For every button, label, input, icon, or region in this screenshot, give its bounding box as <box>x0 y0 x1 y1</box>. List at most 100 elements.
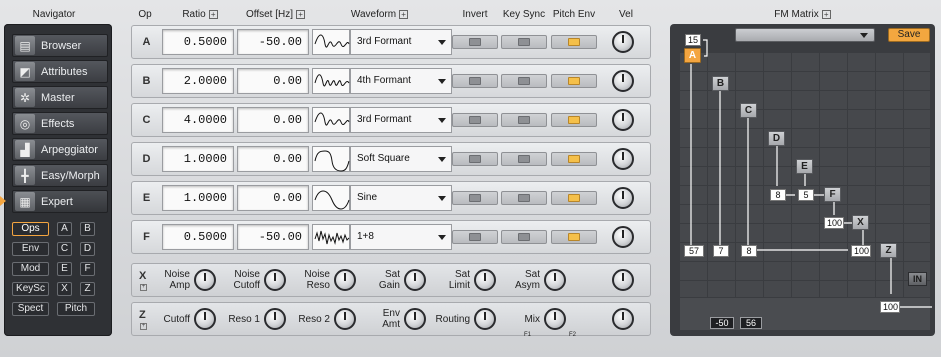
matrix-value-f-to-x[interactable]: 100 <box>824 217 844 229</box>
keysync-toggle[interactable] <box>501 152 547 166</box>
matrix-node-b[interactable]: B <box>712 76 729 91</box>
z-param-knob[interactable] <box>334 308 356 330</box>
velocity-knob[interactable] <box>612 148 634 170</box>
sub-x-button[interactable]: X <box>57 282 72 296</box>
ratio-field[interactable]: 4.0000 <box>162 107 234 133</box>
waveform-select[interactable]: 3rd Formant <box>350 29 452 55</box>
z-param-knob[interactable] <box>474 308 496 330</box>
nav-expert[interactable]: ▦ Expert <box>12 190 108 213</box>
offset-field[interactable]: 0.00 <box>237 146 309 172</box>
pitchenv-toggle[interactable] <box>551 191 597 205</box>
matrix-value-x-to-z[interactable]: 100 <box>851 245 871 257</box>
matrix-vol-value[interactable]: 56 <box>740 317 762 329</box>
matrix-value-b-to-z[interactable]: 7 <box>713 245 729 257</box>
pitchenv-toggle[interactable] <box>551 113 597 127</box>
invert-toggle[interactable] <box>452 35 498 49</box>
velocity-knob[interactable] <box>612 31 634 53</box>
sub-env-button[interactable]: Env <box>12 242 49 256</box>
sub-d-button[interactable]: D <box>80 242 95 256</box>
keysync-toggle[interactable] <box>501 74 547 88</box>
ratio-field[interactable]: 0.5000 <box>162 29 234 55</box>
x-vel-knob[interactable] <box>612 269 634 291</box>
sub-keysc-button[interactable]: KeySc <box>12 282 49 296</box>
matrix-value-c-to-z[interactable]: 8 <box>741 245 757 257</box>
sub-ops-button[interactable]: Ops <box>12 222 49 236</box>
pitchenv-toggle[interactable] <box>551 74 597 88</box>
velocity-knob[interactable] <box>612 187 634 209</box>
pitchenv-toggle[interactable] <box>551 152 597 166</box>
ratio-field[interactable]: 2.0000 <box>162 68 234 94</box>
z-param-knob[interactable] <box>194 308 216 330</box>
waveform-select[interactable]: 3rd Formant <box>350 107 452 133</box>
nav-attributes[interactable]: ◩ Attributes <box>12 60 108 83</box>
matrix-value-a-feedback[interactable]: 15 <box>685 34 701 46</box>
sub-mod-button[interactable]: Mod <box>12 262 49 276</box>
invert-toggle[interactable] <box>452 113 498 127</box>
x-param-knob[interactable] <box>404 269 426 291</box>
nav-arpeggiator[interactable]: ▟ Arpeggiator <box>12 138 108 161</box>
waveform-expand-icon[interactable]: + <box>399 9 409 19</box>
waveform-select[interactable]: Soft Square <box>350 146 452 172</box>
matrix-node-a[interactable]: A <box>684 48 701 63</box>
offset-expand-icon[interactable]: + <box>296 9 306 19</box>
matrix-value-a-to-z[interactable]: 57 <box>684 245 704 257</box>
invert-toggle[interactable] <box>452 230 498 244</box>
x-param-knob[interactable] <box>334 269 356 291</box>
waveform-select[interactable]: 1+8 <box>350 224 452 250</box>
ratio-expand-icon[interactable]: + <box>208 9 218 19</box>
velocity-knob[interactable] <box>612 70 634 92</box>
keysync-toggle[interactable] <box>501 113 547 127</box>
ratio-field[interactable]: 0.5000 <box>162 224 234 250</box>
matrix-node-c[interactable]: C <box>740 103 757 118</box>
offset-field[interactable]: 0.00 <box>237 185 309 211</box>
ratio-field[interactable]: 1.0000 <box>162 185 234 211</box>
z-expand-icon[interactable]: + <box>140 323 147 330</box>
sub-pitch-button[interactable]: Pitch <box>57 302 95 316</box>
sub-e-button[interactable]: E <box>57 262 72 276</box>
offset-field[interactable]: -50.00 <box>237 224 309 250</box>
invert-toggle[interactable] <box>452 74 498 88</box>
offset-field[interactable]: -50.00 <box>237 29 309 55</box>
ratio-field[interactable]: 1.0000 <box>162 146 234 172</box>
keysync-toggle[interactable] <box>501 191 547 205</box>
sub-b-button[interactable]: B <box>80 222 95 236</box>
z-param-knob[interactable] <box>404 308 426 330</box>
x-expand-icon[interactable]: + <box>140 284 147 291</box>
matrix-node-f[interactable]: F <box>824 187 841 202</box>
keysync-toggle[interactable] <box>501 230 547 244</box>
x-param-knob[interactable] <box>544 269 566 291</box>
x-param-knob[interactable] <box>474 269 496 291</box>
pitchenv-toggle[interactable] <box>551 35 597 49</box>
matrix-save-button[interactable]: Save <box>888 28 930 42</box>
matrix-node-z[interactable]: Z <box>880 243 897 258</box>
matrix-node-d[interactable]: D <box>768 131 785 146</box>
matrix-value-e-to-f[interactable]: 5 <box>798 189 814 201</box>
z-param-knob[interactable] <box>544 308 566 330</box>
invert-toggle[interactable] <box>452 152 498 166</box>
x-param-knob[interactable] <box>264 269 286 291</box>
matrix-preset-dropdown[interactable] <box>735 28 875 42</box>
nav-browser[interactable]: ▤ Browser <box>12 34 108 57</box>
sub-a-button[interactable]: A <box>57 222 72 236</box>
matrix-value-z-out[interactable]: 100 <box>880 301 900 313</box>
nav-easy-morph[interactable]: ╋ Easy/Morph <box>12 164 108 187</box>
nav-effects[interactable]: ◎ Effects <box>12 112 108 135</box>
offset-field[interactable]: 0.00 <box>237 107 309 133</box>
matrix-node-x[interactable]: X <box>852 215 869 230</box>
matrix-in-node[interactable]: IN <box>908 272 927 286</box>
nav-master[interactable]: ✲ Master <box>12 86 108 109</box>
z-vel-knob[interactable] <box>612 308 634 330</box>
pitchenv-toggle[interactable] <box>551 230 597 244</box>
velocity-knob[interactable] <box>612 226 634 248</box>
x-param-knob[interactable] <box>194 269 216 291</box>
invert-toggle[interactable] <box>452 191 498 205</box>
waveform-select[interactable]: Sine <box>350 185 452 211</box>
sub-c-button[interactable]: C <box>57 242 72 256</box>
matrix-pan-value[interactable]: -50 <box>710 317 734 329</box>
fm-matrix-expand-icon[interactable]: + <box>821 9 831 19</box>
sub-f-button[interactable]: F <box>80 262 95 276</box>
velocity-knob[interactable] <box>612 109 634 131</box>
keysync-toggle[interactable] <box>501 35 547 49</box>
matrix-node-e[interactable]: E <box>796 159 813 174</box>
matrix-value-d-to-f[interactable]: 8 <box>770 189 786 201</box>
